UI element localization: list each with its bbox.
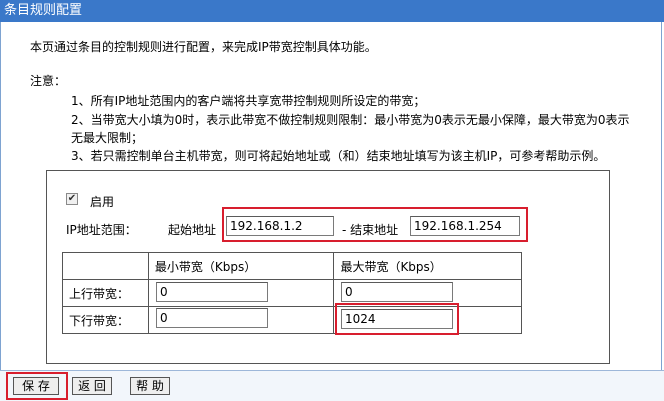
header-min-bandwidth: 最小带宽（Kbps） <box>147 252 335 280</box>
downstream-label: 下行带宽： <box>62 306 149 334</box>
window-title: 条目规则配置 <box>0 0 664 22</box>
intro-text: 本页通过条目的控制规则进行配置，来完成IP带宽控制具体功能。 <box>30 40 377 54</box>
back-button[interactable]: 返 回 <box>72 377 112 395</box>
ip-range-label: IP地址范围： <box>66 223 137 237</box>
start-address-input[interactable]: 192.168.1.2 <box>226 216 334 236</box>
enable-label: 启用 <box>90 195 115 209</box>
end-address-label: - 结束地址 <box>342 223 399 237</box>
notice-label: 注意： <box>30 74 67 88</box>
note-2: 2、当带宽大小填为0时，表示此带宽不做控制规则限制：最小带宽为0表示无最小保障，… <box>71 113 630 127</box>
header-max-bandwidth: 最大带宽（Kbps） <box>333 252 522 280</box>
header-empty-cell <box>62 252 149 280</box>
downstream-min-input[interactable]: 0 <box>156 308 268 328</box>
start-address-label: 起始地址 <box>168 223 217 237</box>
upstream-max-input[interactable]: 0 <box>341 282 453 302</box>
downstream-max-input[interactable]: 1024 <box>341 309 453 329</box>
save-button[interactable]: 保 存 <box>13 377 59 395</box>
end-address-input[interactable]: 192.168.1.254 <box>410 216 520 236</box>
table-header-row: 最小带宽（Kbps） 最大带宽（Kbps） <box>62 252 522 280</box>
help-button[interactable]: 帮 助 <box>130 377 170 395</box>
note-2-continued: 无最大限制； <box>71 131 144 145</box>
enable-checkbox[interactable]: ✔ <box>66 193 78 205</box>
note-1: 1、所有IP地址范围内的客户端将共享宽带控制规则所设定的带宽； <box>71 94 426 108</box>
upstream-min-input[interactable]: 0 <box>156 282 268 302</box>
upstream-label: 上行带宽： <box>62 279 149 307</box>
note-3: 3、若只需控制单台主机带宽，则可将起始地址或（和）结束地址填写为该主机IP，可参… <box>71 149 606 163</box>
